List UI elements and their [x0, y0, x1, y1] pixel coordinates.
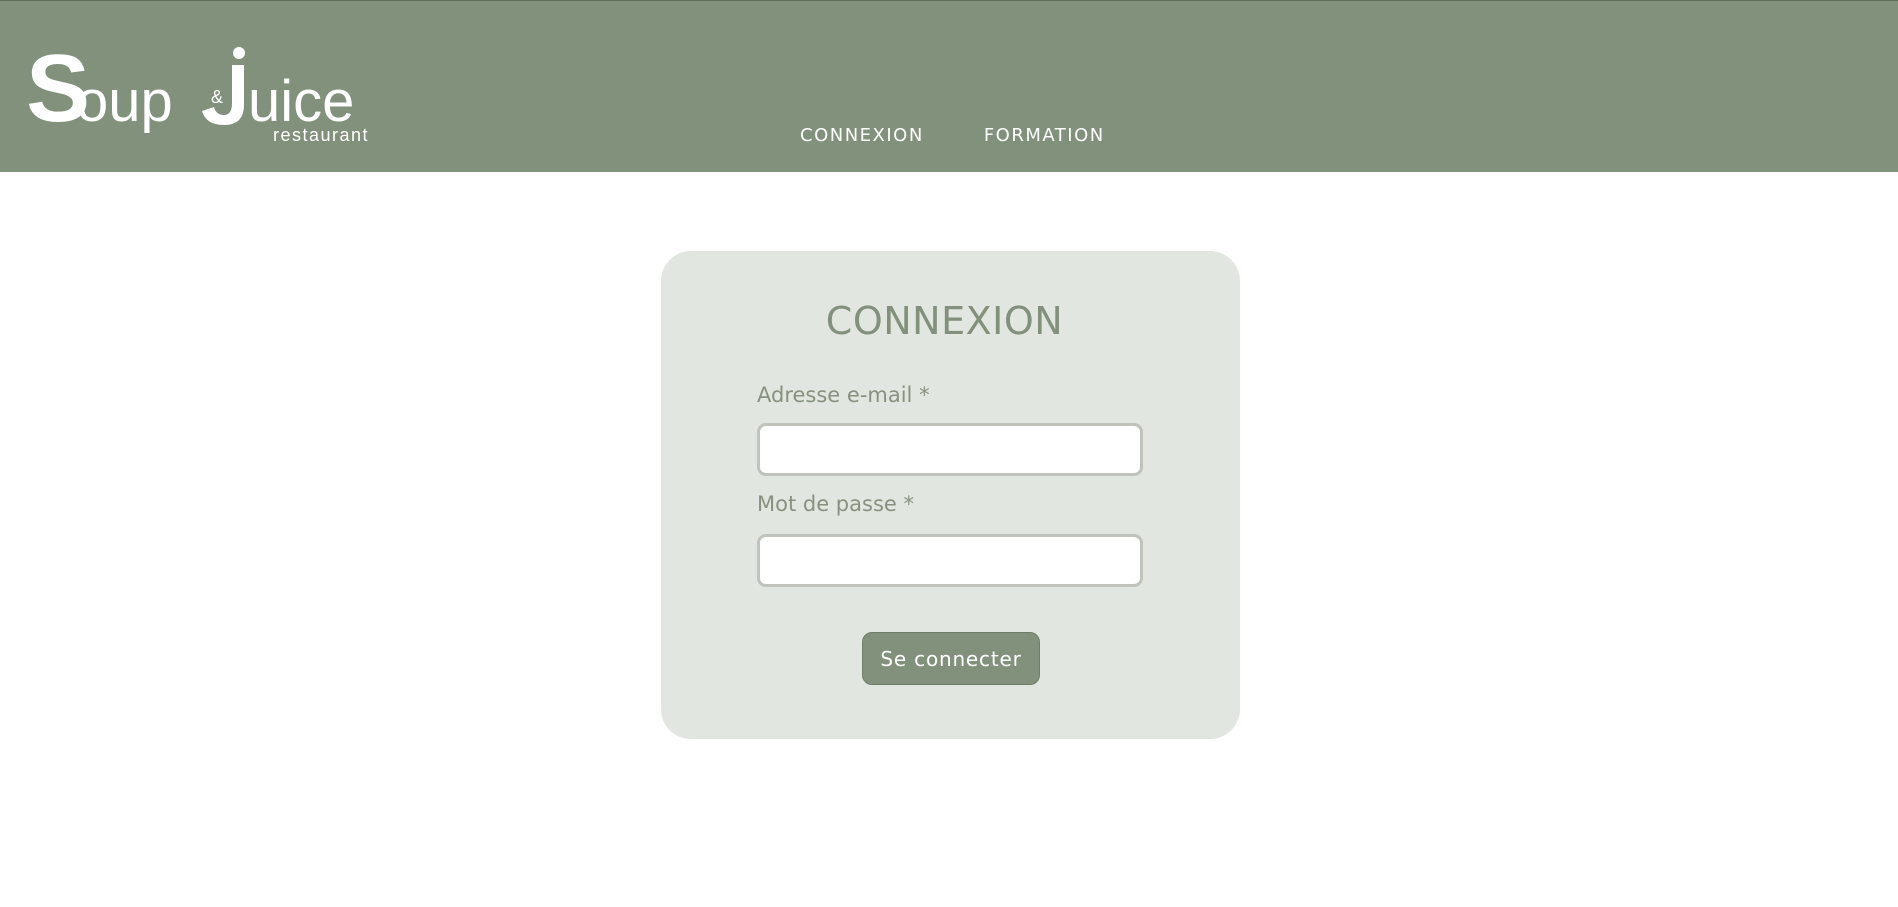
nav-connexion-link[interactable]: CONNEXION — [800, 125, 924, 146]
email-field[interactable] — [757, 423, 1143, 476]
site-header: S oup & uice restaurant CONNEXION FORMAT… — [0, 0, 1898, 172]
password-label: Mot de passe * — [757, 492, 914, 516]
login-submit-button[interactable]: Se connecter — [862, 632, 1040, 685]
login-card: CONNEXION Adresse e-mail * Mot de passe … — [661, 251, 1240, 739]
svg-text:oup: oup — [76, 69, 173, 134]
main-nav: CONNEXION FORMATION — [800, 125, 1105, 146]
logo-mark: S oup & uice restaurant — [26, 35, 369, 145]
login-title: CONNEXION — [825, 299, 1064, 343]
soup-juice-logo[interactable]: S oup & uice restaurant — [26, 35, 371, 145]
email-label: Adresse e-mail * — [757, 383, 930, 407]
svg-text:&: & — [211, 87, 223, 107]
svg-text:restaurant: restaurant — [273, 125, 369, 143]
password-field[interactable] — [757, 534, 1143, 587]
nav-formation-link[interactable]: FORMATION — [984, 125, 1105, 146]
